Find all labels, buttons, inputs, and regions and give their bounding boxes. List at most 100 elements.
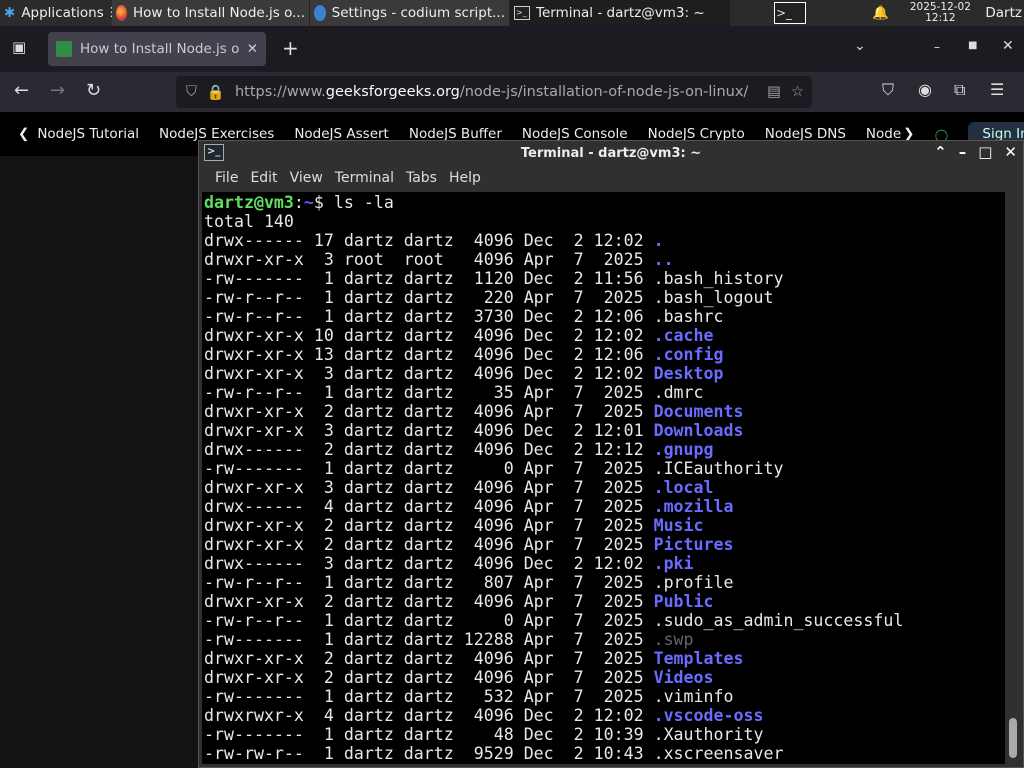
shade-icon[interactable]: ⌃	[934, 143, 947, 161]
file-meta: -rw-r--r-- 1 dartz dartz 35 Apr 7 2025	[204, 383, 654, 402]
terminal-scrollbar[interactable]	[1006, 192, 1020, 764]
menu-help[interactable]: Help	[443, 170, 487, 186]
file-meta: drwx------ 17 dartz dartz 4096 Dec 2 12:…	[204, 231, 654, 250]
list-tabs-icon[interactable]: ⌄	[854, 38, 866, 54]
file-name: ..	[653, 250, 674, 269]
url-bar[interactable]: ⛉ 🔒 https://www.geeksforgeeks.org/node-j…	[176, 76, 812, 108]
total-line: total 140	[204, 212, 294, 231]
close-icon[interactable]: ✕	[1004, 143, 1017, 161]
minimize-icon[interactable]: –	[934, 40, 940, 54]
reload-icon[interactable]: ↻	[86, 80, 101, 101]
file-meta: -rw-r--r-- 1 dartz dartz 3730 Dec 2 12:0…	[204, 307, 654, 326]
maximize-icon[interactable]: □	[978, 143, 992, 161]
terminal-titlebar[interactable]: >_ Terminal - dartz@vm3: ~ ⌃ – □ ✕	[199, 141, 1023, 165]
listing-row: -rw------- 1 dartz dartz 48 Dec 2 10:39 …	[204, 725, 1005, 744]
menu-edit[interactable]: Edit	[244, 170, 283, 186]
listing-row: -rw-r--r-- 1 dartz dartz 220 Apr 7 2025 …	[204, 288, 1005, 307]
forward-icon[interactable]: →	[50, 80, 65, 101]
listing-row: -rw------- 1 dartz dartz 0 Apr 7 2025 .I…	[204, 459, 1005, 478]
terminal-window: >_ Terminal - dartz@vm3: ~ ⌃ – □ ✕ File …	[198, 140, 1024, 768]
scroll-left-icon[interactable]: ❮	[18, 126, 29, 142]
file-name: Documents	[653, 402, 744, 421]
firefox-icon	[116, 5, 127, 21]
user-menu[interactable]: Dartz	[985, 5, 1024, 21]
menu-view[interactable]: View	[284, 170, 329, 186]
listing-row: drwx------ 4 dartz dartz 4096 Apr 7 2025…	[204, 497, 1005, 516]
listing-row: -rw-r--r-- 1 dartz dartz 35 Apr 7 2025 .…	[204, 383, 1005, 402]
file-name: .viminfo	[653, 687, 734, 706]
tab-overview-icon[interactable]: ▣	[12, 38, 26, 56]
file-name: .ICEauthority	[653, 459, 784, 478]
listing-row: drwx------ 3 dartz dartz 4096 Dec 2 12:0…	[204, 554, 1005, 573]
tracking-shield-icon[interactable]: ⛉	[186, 84, 197, 100]
bookmark-star-icon[interactable]: ☆	[791, 84, 804, 100]
file-name: .swp	[653, 630, 694, 649]
listing-row: -rw------- 1 dartz dartz 12288 Apr 7 202…	[204, 630, 1005, 649]
file-name: .vscode-oss	[653, 706, 764, 725]
file-name: .Xauthority	[653, 725, 764, 744]
close-tab-icon[interactable]: ✕	[247, 41, 258, 57]
listing-row: drwxr-xr-x 2 dartz dartz 4096 Apr 7 2025…	[204, 516, 1005, 535]
file-name: .bash_logout	[653, 288, 774, 307]
file-name: Templates	[653, 649, 744, 668]
file-meta: drwxr-xr-x 3 dartz dartz 4096 Apr 7 2025	[204, 478, 654, 497]
extensions-icon[interactable]: ⧉	[954, 80, 965, 100]
terminal-icon: >_	[204, 144, 224, 161]
maximize-icon[interactable]: ■	[968, 40, 977, 51]
file-name: Videos	[653, 668, 714, 687]
listing-row: -rw-r--r-- 1 dartz dartz 807 Apr 7 2025 …	[204, 573, 1005, 592]
close-window-icon[interactable]: ✕	[1002, 38, 1014, 54]
file-meta: drwxr-xr-x 3 dartz dartz 4096 Dec 2 12:0…	[204, 364, 654, 383]
file-name: .bash_history	[653, 269, 784, 288]
codium-icon	[314, 5, 326, 21]
listing-row: -rw-rw-r-- 1 dartz dartz 9529 Dec 2 10:4…	[204, 744, 1005, 763]
file-meta: drwxr-xr-x 3 dartz dartz 4096 Dec 2 12:0…	[204, 421, 654, 440]
back-icon[interactable]: ←	[14, 80, 29, 101]
menu-file[interactable]: File	[209, 170, 244, 186]
file-meta: -rw-r--r-- 1 dartz dartz 807 Apr 7 2025	[204, 573, 654, 592]
file-meta: drwxr-xr-x 13 dartz dartz 4096 Dec 2 12:…	[204, 345, 654, 364]
file-meta: drwxr-xr-x 10 dartz dartz 4096 Dec 2 12:…	[204, 326, 654, 345]
listing-row: drwxr-xr-x 2 dartz dartz 4096 Apr 7 2025…	[204, 649, 1005, 668]
reader-view-icon[interactable]: ▤	[767, 84, 781, 100]
scrollbar-thumb[interactable]	[1009, 718, 1017, 758]
file-meta: drwxr-xr-x 3 root root 4096 Apr 7 2025	[204, 250, 654, 269]
file-meta: drwx------ 2 dartz dartz 4096 Dec 2 12:1…	[204, 440, 654, 459]
taskbar-window-codium[interactable]: Settings - codium script...	[310, 0, 510, 26]
page-background	[0, 156, 198, 768]
notification-bell-icon[interactable]: 🔔	[865, 5, 895, 21]
listing-row: drwx------ 17 dartz dartz 4096 Dec 2 12:…	[204, 231, 1005, 250]
file-meta: drwxrwxr-x 4 dartz dartz 4096 Dec 2 12:0…	[204, 706, 654, 725]
nav-link[interactable]: NodeJS Tutorial	[37, 126, 139, 142]
menu-terminal[interactable]: Terminal	[329, 170, 400, 186]
navigation-toolbar: ← → ↻ ⛉ 🔒 https://www.geeksforgeeks.org/…	[0, 72, 1024, 112]
file-name: .config	[653, 345, 724, 364]
file-name: .	[653, 231, 664, 250]
listing-row: -rw------- 1 dartz dartz 1120 Dec 2 11:5…	[204, 269, 1005, 288]
minimize-icon[interactable]: –	[959, 143, 967, 161]
xfce-logo-icon: ✱	[4, 5, 16, 21]
lock-icon[interactable]: 🔒	[207, 84, 225, 101]
listing-row: drwxr-xr-x 3 dartz dartz 4096 Dec 2 12:0…	[204, 421, 1005, 440]
menu-icon[interactable]: ☰	[990, 80, 1004, 99]
listing-row: drwxr-xr-x 3 root root 4096 Apr 7 2025 .…	[204, 250, 1005, 269]
file-name: .gnupg	[653, 440, 714, 459]
terminal-output[interactable]: dartz@vm3:~$ ls -la total 140 drwx------…	[202, 192, 1005, 764]
taskbar-window-firefox[interactable]: How to Install Node.js o...	[112, 0, 310, 26]
taskbar-window-terminal[interactable]: >_ Terminal - dartz@vm3: ~	[510, 0, 730, 26]
terminal-menubar: File Edit View Terminal Tabs Help	[199, 165, 1023, 191]
applications-menu[interactable]: ✱ Applications☰	[0, 0, 112, 26]
file-name: Desktop	[653, 364, 724, 383]
pocket-icon[interactable]: ⛉	[882, 80, 894, 100]
file-meta: -rw------- 1 dartz dartz 48 Dec 2 10:39	[204, 725, 654, 744]
file-name: Pictures	[653, 535, 734, 554]
browser-tab[interactable]: How to Install Node.js or ✕	[48, 32, 266, 66]
file-meta: drwxr-xr-x 2 dartz dartz 4096 Apr 7 2025	[204, 516, 654, 535]
clock[interactable]: 2025-12-02 12:12	[895, 2, 985, 24]
workspace-switcher[interactable]: >_	[760, 0, 820, 26]
new-tab-button[interactable]: +	[282, 36, 299, 60]
file-name: .dmrc	[653, 383, 704, 402]
file-name: .pki	[653, 554, 694, 573]
account-icon[interactable]: ◉	[918, 80, 932, 99]
menu-tabs[interactable]: Tabs	[400, 170, 443, 186]
